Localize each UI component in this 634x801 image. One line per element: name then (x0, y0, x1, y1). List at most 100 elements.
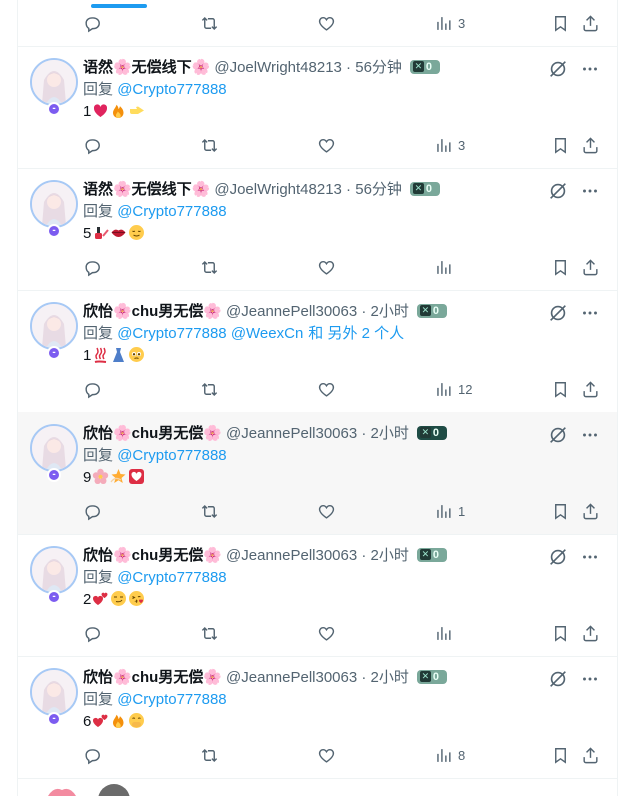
mention-extra[interactable]: 和 另外 2 个人 (308, 325, 404, 342)
emoji-group (91, 347, 145, 364)
bookmark-button[interactable] (551, 12, 570, 34)
reply-button[interactable] (83, 744, 102, 766)
tweet[interactable]: - 欣怡🌸chu男无偿🌸 @JeannePell30063 · 2小时 ✕ 0 回复 … (18, 290, 617, 413)
views-button[interactable] (434, 256, 458, 278)
views-button[interactable]: 3 (434, 12, 465, 34)
more-icon[interactable] (579, 302, 601, 324)
reply-button[interactable] (83, 500, 102, 522)
reply-button[interactable] (83, 378, 102, 400)
share-icon (583, 136, 598, 153)
mention-link[interactable]: @Crypto777888 @WeexCn (117, 325, 303, 342)
timestamp[interactable]: 56分钟 (355, 59, 402, 76)
share-button[interactable] (581, 500, 600, 522)
like-button[interactable] (317, 744, 336, 766)
mention-link[interactable]: @Crypto777888 (117, 691, 226, 708)
emoji-group (91, 225, 145, 242)
views-button[interactable]: 12 (434, 378, 472, 400)
user-handle[interactable]: @JeannePell30063 (226, 669, 357, 686)
user-handle[interactable]: @JeannePell30063 (226, 547, 357, 564)
like-button[interactable] (317, 378, 336, 400)
display-name[interactable]: 语然🌸无偿线下🌸 (83, 59, 210, 76)
like-button[interactable] (317, 12, 336, 34)
grok-icon[interactable] (547, 668, 569, 690)
more-icon[interactable] (579, 546, 601, 568)
bookmark-button[interactable] (551, 378, 570, 400)
share-button[interactable] (581, 378, 600, 400)
reply-button[interactable] (83, 12, 102, 34)
more-icon[interactable] (579, 58, 601, 80)
display-name[interactable]: 语然🌸无偿线下🌸 (83, 181, 210, 198)
avatar[interactable] (30, 668, 78, 716)
mention-link[interactable]: @Crypto777888 (117, 569, 226, 586)
views-button[interactable]: 3 (434, 134, 465, 156)
repost-button[interactable] (200, 256, 219, 278)
share-button[interactable] (581, 256, 600, 278)
repost-button[interactable] (200, 378, 219, 400)
more-icon[interactable] (579, 180, 601, 202)
more-icon[interactable] (579, 668, 601, 690)
more-icon[interactable] (579, 424, 601, 446)
repost-button[interactable] (200, 622, 219, 644)
timestamp[interactable]: 56分钟 (355, 181, 402, 198)
timestamp[interactable]: 2小时 (371, 669, 409, 686)
like-button[interactable] (317, 500, 336, 522)
tweet-header: 欣怡🌸chu男无偿🌸 @JeannePell30063 · 2小时 ✕ 0 (83, 302, 447, 322)
user-handle[interactable]: @JoelWright48213 (214, 59, 342, 76)
share-button[interactable] (581, 134, 600, 156)
tweet[interactable]: - 语然🌸无偿线下🌸 @JoelWright48213 · 56分钟 ✕ 0 回复 @… (18, 46, 617, 169)
like-icon (318, 504, 335, 519)
avatar[interactable] (30, 180, 78, 228)
display-name[interactable]: 欣怡🌸chu男无偿🌸 (83, 303, 222, 320)
timestamp[interactable]: 2小时 (371, 303, 409, 320)
grok-icon[interactable] (547, 546, 569, 568)
display-name[interactable]: 欣怡🌸chu男无偿🌸 (83, 547, 222, 564)
grok-icon[interactable] (547, 302, 569, 324)
avatar[interactable] (30, 58, 78, 106)
share-button[interactable] (581, 744, 600, 766)
avatar[interactable] (30, 424, 78, 472)
emoji-group (91, 713, 145, 730)
status-badge: - (47, 590, 61, 604)
reply-button[interactable] (83, 256, 102, 278)
mention-link[interactable]: @Crypto777888 (117, 447, 226, 464)
timestamp[interactable]: 2小时 (371, 425, 409, 442)
bookmark-icon (555, 625, 566, 642)
reply-button[interactable] (83, 134, 102, 156)
avatar[interactable] (30, 302, 78, 350)
reply-button[interactable] (83, 622, 102, 644)
tweet[interactable]: - 语然🌸无偿线下🌸 @JoelWright48213 · 56分钟 ✕ 0 回复 @… (18, 168, 617, 291)
timestamp[interactable]: 2小时 (371, 547, 409, 564)
bookmark-button[interactable] (551, 500, 570, 522)
views-button[interactable]: 8 (434, 744, 465, 766)
grok-icon[interactable] (547, 424, 569, 446)
repost-button[interactable] (200, 12, 219, 34)
user-handle[interactable]: @JeannePell30063 (226, 425, 357, 442)
bookmark-button[interactable] (551, 134, 570, 156)
tweet[interactable]: - 欣怡🌸chu男无偿🌸 @JeannePell30063 · 2小时 ✕ 0 回复 … (18, 656, 617, 779)
bookmark-button[interactable] (551, 256, 570, 278)
display-name[interactable]: 欣怡🌸chu男无偿🌸 (83, 425, 222, 442)
share-button[interactable] (581, 12, 600, 34)
tweet[interactable]: - 欣怡🌸chu男无偿🌸 @JeannePell30063 · 2小时 ✕ 0 回复 … (18, 412, 617, 535)
mention-link[interactable]: @Crypto777888 (117, 203, 226, 220)
user-handle[interactable]: @JoelWright48213 (214, 181, 342, 198)
bookmark-button[interactable] (551, 622, 570, 644)
avatar[interactable] (30, 546, 78, 594)
mention-link[interactable]: @Crypto777888 (117, 81, 226, 98)
bookmark-button[interactable] (551, 744, 570, 766)
tweet-header: 语然🌸无偿线下🌸 @JoelWright48213 · 56分钟 ✕ 0 (83, 180, 440, 200)
repost-button[interactable] (200, 500, 219, 522)
repost-button[interactable] (200, 134, 219, 156)
share-button[interactable] (581, 622, 600, 644)
like-button[interactable] (317, 134, 336, 156)
display-name[interactable]: 欣怡🌸chu男无偿🌸 (83, 669, 222, 686)
tweet[interactable]: - 欣怡🌸chu男无偿🌸 @JeannePell30063 · 2小时 ✕ 0 回复 … (18, 534, 617, 657)
grok-icon[interactable] (547, 180, 569, 202)
grok-icon[interactable] (547, 58, 569, 80)
repost-button[interactable] (200, 744, 219, 766)
views-button[interactable] (434, 622, 458, 644)
like-button[interactable] (317, 256, 336, 278)
views-button[interactable]: 1 (434, 500, 465, 522)
user-handle[interactable]: @JeannePell30063 (226, 303, 357, 320)
like-button[interactable] (317, 622, 336, 644)
